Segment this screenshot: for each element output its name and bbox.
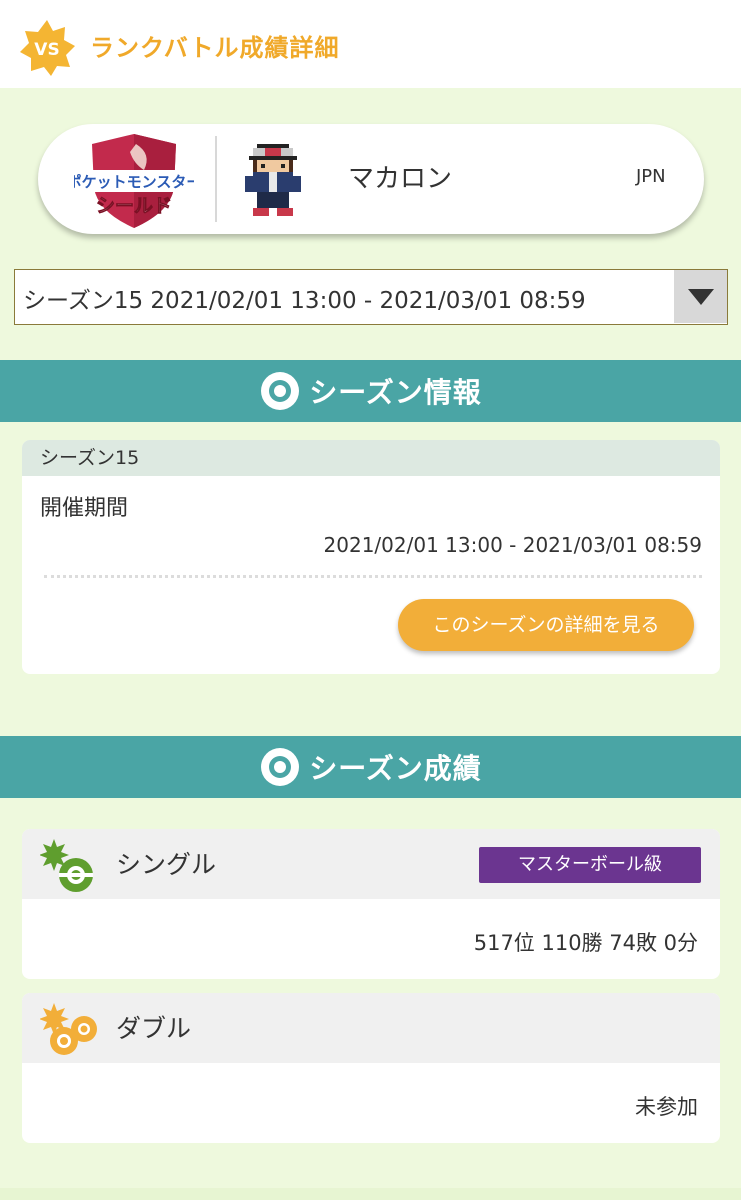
bottom-strip <box>0 1188 741 1200</box>
svg-text:VS: VS <box>34 40 59 60</box>
season-name: シーズン15 <box>22 440 720 476</box>
vs-badge-icon: VS <box>20 20 75 76</box>
double-result-header: ダブル <box>22 993 720 1063</box>
single-result-panel: シングル マスターボール級 517位 110勝 74敗 0分 <box>22 829 720 979</box>
svg-text:シールド: シールド <box>96 195 172 217</box>
dotted-divider <box>44 575 702 578</box>
single-battle-icon <box>40 839 93 892</box>
season-info-header: シーズン情報 <box>0 360 741 422</box>
rank-badge: マスターボール級 <box>479 847 701 883</box>
page-header: VS ランクバトル成績詳細 <box>0 0 741 88</box>
page-title: ランクバトル成績詳細 <box>90 34 340 62</box>
trainer-avatar <box>245 144 301 216</box>
double-label: ダブル <box>116 1014 192 1043</box>
single-result-header: シングル マスターボール級 <box>22 829 720 899</box>
double-stats: 未参加 <box>635 1095 698 1119</box>
svg-text:ポケットモンスター: ポケットモンスター <box>74 173 194 191</box>
season-info-panel: シーズン15 開催期間 2021/02/01 13:00 - 2021/03/0… <box>22 440 720 674</box>
season-detail-button[interactable]: このシーズンの詳細を見る <box>398 599 694 651</box>
dropdown-arrow-icon <box>688 289 714 305</box>
trainer-country: JPN <box>636 166 666 187</box>
trainer-name: マカロン <box>348 164 453 194</box>
season-select[interactable]: シーズン15 2021/02/01 13:00 - 2021/03/01 08:… <box>14 269 728 325</box>
season-select-value: シーズン15 2021/02/01 13:00 - 2021/03/01 08:… <box>23 288 586 314</box>
card-divider <box>215 136 217 222</box>
period-value: 2021/02/01 13:00 - 2021/03/01 08:59 <box>323 533 702 557</box>
single-stats: 517位 110勝 74敗 0分 <box>473 931 698 955</box>
section-title: シーズン成績 <box>309 752 482 785</box>
double-battle-icon <box>40 1003 97 1055</box>
trainer-card: ポケットモンスター シールド マカロン JPN <box>38 124 704 234</box>
pokeball-icon <box>261 372 300 410</box>
double-result-panel: ダブル 未参加 <box>22 993 720 1143</box>
season-results-header: シーズン成績 <box>0 736 741 798</box>
period-label: 開催期間 <box>40 496 129 521</box>
pokemon-shield-logo: ポケットモンスター シールド <box>74 134 194 228</box>
single-label: シングル <box>116 850 217 879</box>
section-title: シーズン情報 <box>309 376 482 409</box>
season-select-toggle[interactable] <box>674 270 727 323</box>
pokeball-icon <box>261 748 300 786</box>
